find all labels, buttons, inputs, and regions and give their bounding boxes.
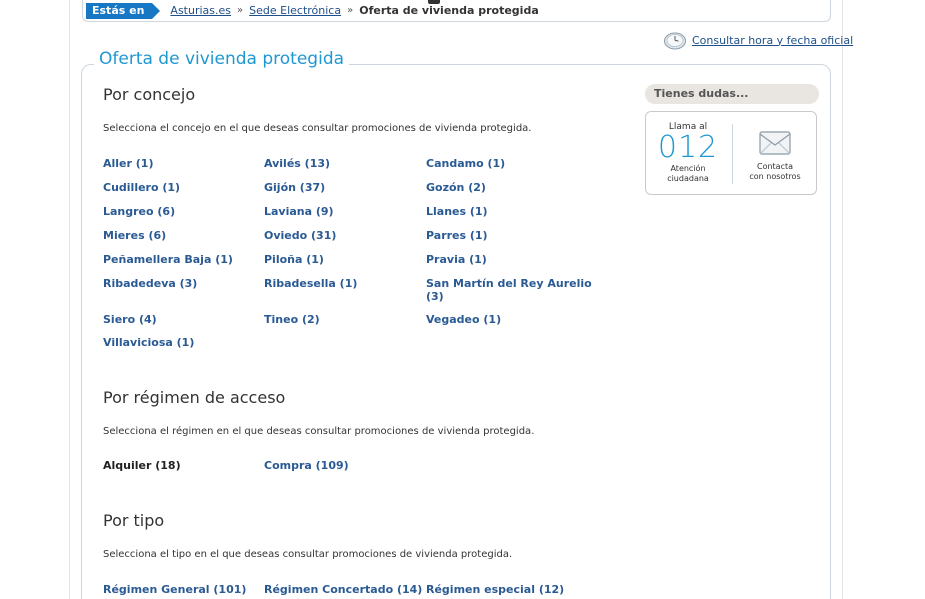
breadcrumb-tag: Estás en <box>86 2 161 19</box>
clock-icon <box>664 32 686 50</box>
option-oviedo[interactable]: Oviedo (31) <box>264 229 336 242</box>
envelope-icon <box>759 131 791 155</box>
option-compra[interactable]: Compra (109) <box>264 459 349 472</box>
option-vegadeo[interactable]: Vegadeo (1) <box>426 313 501 326</box>
section-desc-tipo: Selecciona el tipo en el que deseas cons… <box>103 549 513 560</box>
official-time-label[interactable]: Consultar hora y fecha oficial <box>692 34 853 47</box>
page-title: Oferta de vivienda protegida <box>94 49 350 69</box>
contact-label-sub1: Contacta <box>756 162 794 171</box>
option-aller[interactable]: Aller (1) <box>103 157 153 170</box>
official-time-link[interactable]: Consultar hora y fecha oficial <box>663 30 853 50</box>
breadcrumb-link-sede[interactable]: Sede Electrónica <box>249 4 341 17</box>
option-tineo[interactable]: Tineo (2) <box>264 313 320 326</box>
option-san-martin-count[interactable]: (3) <box>426 290 444 303</box>
option-villaviciosa[interactable]: Villaviciosa (1) <box>103 336 194 349</box>
option-laviana[interactable]: Laviana (9) <box>264 205 334 218</box>
option-pravia[interactable]: Pravia (1) <box>426 253 487 266</box>
breadcrumb-link-asturias[interactable]: Asturias.es <box>170 4 231 17</box>
top-tab-handle <box>428 0 440 4</box>
option-ribadedeva[interactable]: Ribadedeva (3) <box>103 277 197 290</box>
section-desc-concejo: Selecciona el concejo en el que deseas c… <box>103 123 532 134</box>
section-title-concejo: Por concejo <box>103 85 196 104</box>
phone-012-link[interactable]: Llama al 012 Atención ciudadana <box>656 122 720 184</box>
section-title-regimen: Por régimen de acceso <box>103 388 286 407</box>
contact-us-link[interactable]: Contacta con nosotros <box>742 128 808 182</box>
option-candamo[interactable]: Candamo (1) <box>426 157 505 170</box>
option-cudillero[interactable]: Cudillero (1) <box>103 181 180 194</box>
help-heading: Tienes dudas... <box>645 84 819 104</box>
breadcrumb: Estás en Asturias.es » Sede Electrónica … <box>82 0 831 22</box>
option-aviles[interactable]: Avilés (13) <box>264 157 330 170</box>
option-alquiler[interactable]: Alquiler (18) <box>103 459 181 472</box>
section-title-tipo: Por tipo <box>103 511 165 530</box>
option-regimen-concertado[interactable]: Régimen Concertado (14) <box>264 583 422 596</box>
phone-label-sub1: Atención <box>670 164 706 173</box>
phone-label-sub2: ciudadana <box>667 174 709 183</box>
option-parres[interactable]: Parres (1) <box>426 229 488 242</box>
option-siero[interactable]: Siero (4) <box>103 313 157 326</box>
option-penamellera-baja[interactable]: Peñamellera Baja (1) <box>103 253 233 266</box>
breadcrumb-separator: » <box>347 5 354 16</box>
card-divider <box>732 124 733 184</box>
contact-label-sub2: con nosotros <box>749 172 801 181</box>
section-desc-regimen: Selecciona el régimen en el que deseas c… <box>103 426 535 437</box>
option-regimen-especial[interactable]: Régimen especial (12) <box>426 583 564 596</box>
contact-card: Llama al 012 Atención ciudadana Contacta… <box>645 111 817 195</box>
option-regimen-general[interactable]: Régimen General (101) <box>103 583 246 596</box>
option-langreo[interactable]: Langreo (6) <box>103 205 175 218</box>
breadcrumb-current: Oferta de vivienda protegida <box>359 4 539 17</box>
option-llanes[interactable]: Llanes (1) <box>426 205 488 218</box>
option-gozon[interactable]: Gozón (2) <box>426 181 486 194</box>
phone-number: 012 <box>657 130 719 165</box>
option-ribadesella[interactable]: Ribadesella (1) <box>264 277 357 290</box>
breadcrumb-separator: » <box>237 5 244 16</box>
option-gijon[interactable]: Gijón (37) <box>264 181 325 194</box>
option-mieres[interactable]: Mieres (6) <box>103 229 166 242</box>
option-pilona[interactable]: Piloña (1) <box>264 253 324 266</box>
option-san-martin-del-rey-aurelio[interactable]: San Martín del Rey Aurelio <box>426 277 592 290</box>
